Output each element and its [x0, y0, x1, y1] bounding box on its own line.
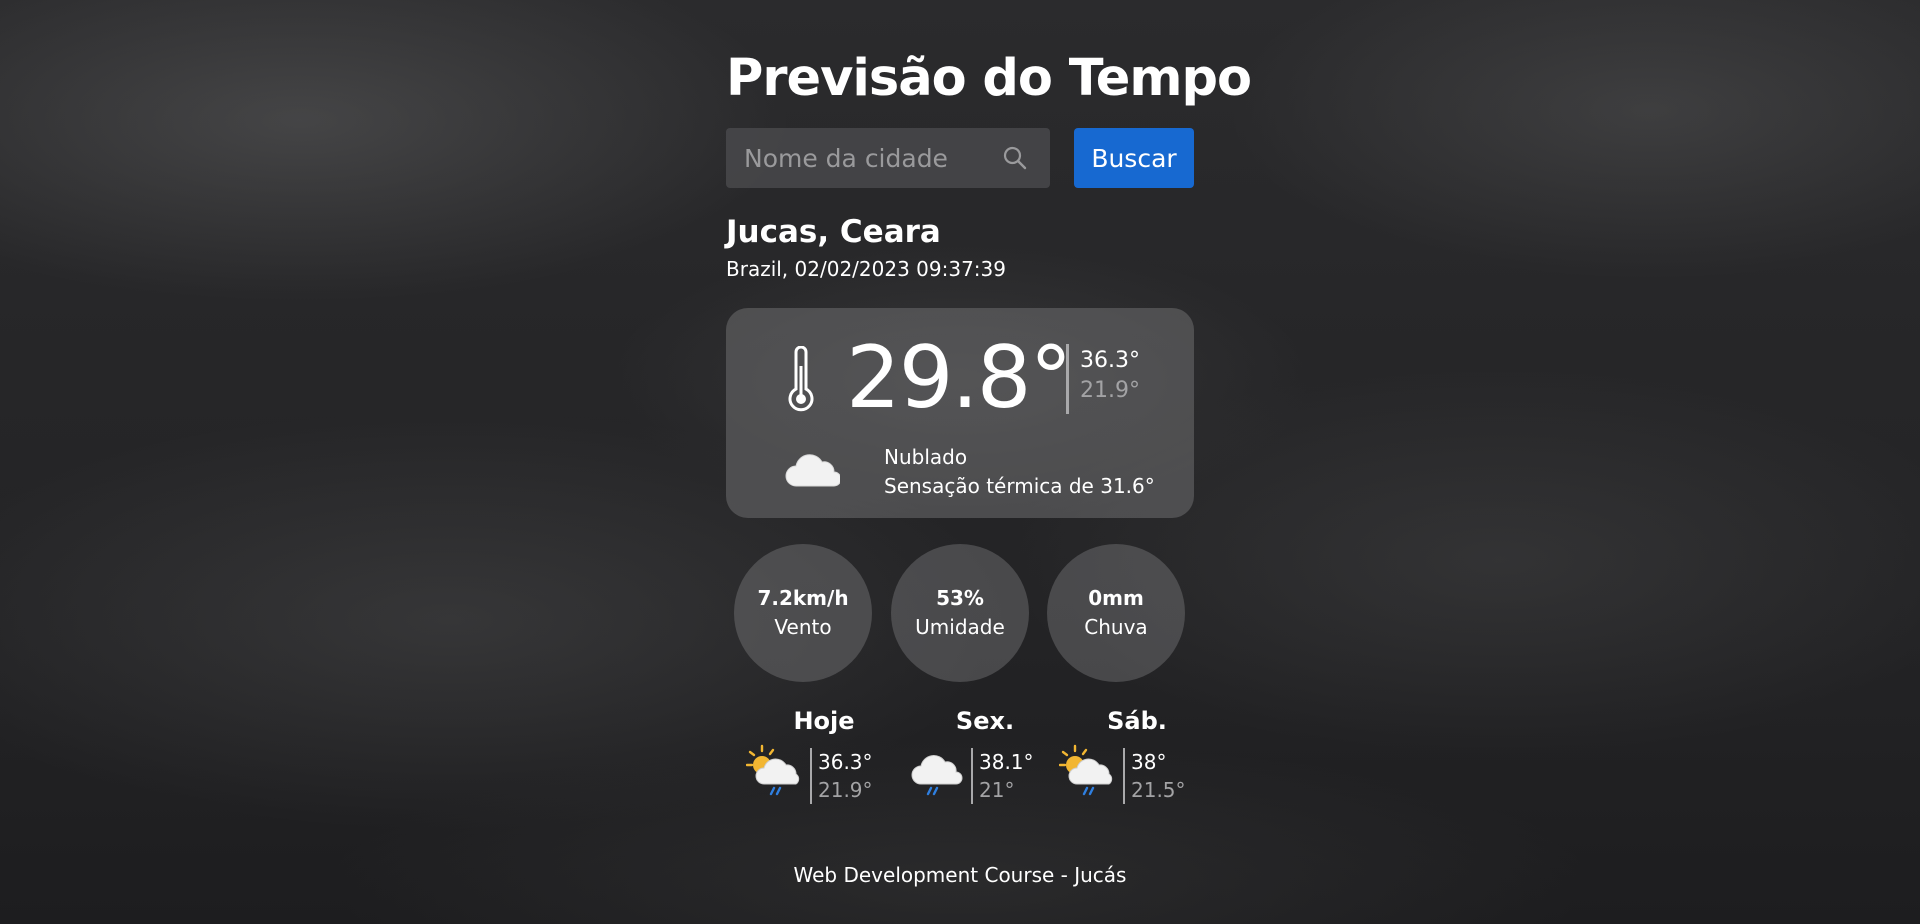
- forecast-day-saturday: Sáb. 38° 21.5°: [1059, 700, 1215, 810]
- search-icon[interactable]: [1002, 145, 1028, 171]
- forecast-divider: [810, 748, 812, 804]
- search-button[interactable]: Buscar: [1074, 128, 1194, 188]
- min-temperature: 21.9°: [1080, 378, 1140, 403]
- forecast-day-name: Sáb.: [1107, 707, 1167, 735]
- city-name: Jucas, Ceara: [726, 214, 941, 250]
- wind-label: Vento: [774, 615, 832, 639]
- humidity-label: Umidade: [915, 615, 1005, 639]
- rain-label: Chuva: [1084, 615, 1148, 639]
- page-title: Previsão do Tempo: [726, 49, 1252, 108]
- cloud-icon: [785, 454, 840, 487]
- forecast-day-name: Sex.: [955, 707, 1015, 735]
- sun-cloud-rain-icon: [746, 744, 800, 796]
- thermometer-icon: [788, 346, 814, 412]
- forecast-max: 38°: [1131, 750, 1167, 774]
- feels-like: Sensação térmica de 31.6°: [884, 474, 1155, 498]
- humidity-value: 53%: [936, 586, 984, 610]
- current-temperature: 29.8°: [846, 328, 1072, 428]
- footer-text: Web Development Course - Jucás: [793, 863, 1127, 887]
- forecast-min: 21.9°: [818, 778, 873, 802]
- forecast-max: 38.1°: [979, 750, 1034, 774]
- search-box: [726, 128, 1050, 188]
- wind-value: 7.2km/h: [757, 586, 849, 610]
- search-bar: Buscar: [726, 128, 1194, 188]
- weather-condition: Nublado: [884, 445, 968, 469]
- forecast-max: 36.3°: [818, 750, 873, 774]
- forecast-divider: [1123, 748, 1125, 804]
- forecast-min: 21°: [979, 778, 1015, 802]
- sun-cloud-rain-icon: [1059, 744, 1113, 796]
- country-date: Brazil, 02/02/2023 09:37:39: [726, 257, 1006, 281]
- city-search-input[interactable]: [726, 128, 996, 188]
- forecast-day-name: Hoje: [793, 707, 855, 735]
- forecast-day-friday: Sex. 38.1° 21°: [907, 700, 1063, 810]
- cloud-rain-icon: [911, 755, 963, 796]
- temperature-divider: [1066, 344, 1069, 414]
- current-weather-card: 29.8° 36.3° 21.9° Nublado Sensação térmi…: [726, 308, 1194, 518]
- forecast-min: 21.5°: [1131, 778, 1186, 802]
- wind-stat: 7.2km/h Vento: [734, 544, 872, 682]
- humidity-stat: 53% Umidade: [891, 544, 1029, 682]
- max-temperature: 36.3°: [1080, 348, 1140, 373]
- forecast-day-today: Hoje 36.3° 21.9°: [746, 700, 902, 810]
- forecast-divider: [971, 748, 973, 804]
- rain-value: 0mm: [1088, 586, 1144, 610]
- rain-stat: 0mm Chuva: [1047, 544, 1185, 682]
